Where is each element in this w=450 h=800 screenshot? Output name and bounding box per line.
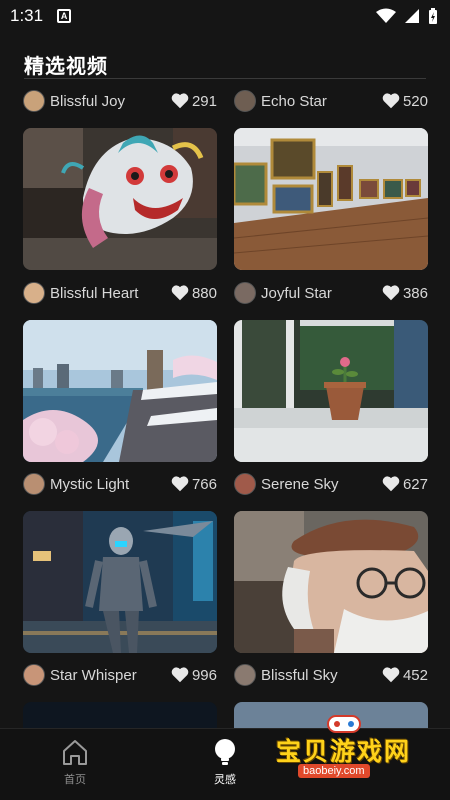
video-thumbnail-cyborg-street[interactable] xyxy=(23,511,217,653)
like-button[interactable]: 386 xyxy=(382,285,428,302)
heart-icon xyxy=(171,476,189,492)
avatar xyxy=(234,282,256,304)
gamepad-icon xyxy=(327,715,361,733)
avatar xyxy=(234,664,256,686)
avatar xyxy=(23,282,45,304)
like-button[interactable]: 452 xyxy=(382,667,428,684)
avatar xyxy=(23,473,45,495)
avatar xyxy=(23,664,45,686)
video-thumbnail-dragon-parade[interactable] xyxy=(23,128,217,270)
author-name: Mystic Light xyxy=(50,475,130,493)
site-watermark: 宝贝游戏网 baobeiy.com xyxy=(272,715,422,786)
lightbulb-icon xyxy=(215,739,235,765)
nav-inspiration-label: 灵感 xyxy=(214,774,236,786)
heart-icon xyxy=(171,285,189,301)
home-icon xyxy=(63,740,87,765)
like-count: 291 xyxy=(191,92,217,110)
avatar xyxy=(234,90,256,112)
video-thumbnail-cherry-blossom-city[interactable] xyxy=(23,320,217,462)
like-count: 996 xyxy=(191,666,217,684)
video-thumbnail-old-man-beret[interactable] xyxy=(234,511,428,653)
like-count: 766 xyxy=(191,475,217,493)
heart-icon xyxy=(382,667,400,683)
author-name: Blissful Sky xyxy=(261,666,338,684)
heart-icon xyxy=(171,93,189,109)
card-author-row[interactable]: Joyful Star 386 xyxy=(234,281,428,305)
card-author-row[interactable]: Blissful Sky 452 xyxy=(234,663,428,687)
nav-home-label: 首页 xyxy=(64,774,86,786)
card-author-row[interactable]: Blissful Heart 880 xyxy=(23,281,217,305)
heart-icon xyxy=(382,285,400,301)
like-count: 880 xyxy=(191,284,217,302)
nav-home[interactable]: 首页 xyxy=(30,737,120,787)
like-button[interactable]: 627 xyxy=(382,476,428,493)
author-name: Serene Sky xyxy=(261,475,339,493)
watermark-text: 宝贝游戏网 xyxy=(276,738,412,766)
avatar xyxy=(234,473,256,495)
card-author-row[interactable]: Blissful Joy 291 xyxy=(23,89,217,113)
like-button[interactable]: 766 xyxy=(171,476,217,493)
author-name: Blissful Heart xyxy=(50,284,139,302)
watermark-url: baobeiy.com xyxy=(298,764,370,778)
video-grid[interactable]: Blissful Joy 291 Echo Star 520 Blissful … xyxy=(0,0,450,800)
card-author-row[interactable]: Star Whisper 996 xyxy=(23,663,217,687)
author-name: Star Whisper xyxy=(50,666,137,684)
heart-icon xyxy=(171,667,189,683)
like-count: 520 xyxy=(402,92,428,110)
author-name: Echo Star xyxy=(261,92,327,110)
avatar xyxy=(23,90,45,112)
author-name: Blissful Joy xyxy=(50,92,126,110)
card-author-row[interactable]: Echo Star 520 xyxy=(234,89,428,113)
like-count: 452 xyxy=(402,666,428,684)
heart-icon xyxy=(382,476,400,492)
nav-inspiration[interactable]: 灵感 xyxy=(180,737,270,787)
like-button[interactable]: 291 xyxy=(171,93,217,110)
like-button[interactable]: 880 xyxy=(171,285,217,302)
video-thumbnail-art-gallery[interactable] xyxy=(234,128,428,270)
card-author-row[interactable]: Mystic Light 766 xyxy=(23,472,217,496)
card-author-row[interactable]: Serene Sky 627 xyxy=(234,472,428,496)
like-count: 386 xyxy=(402,284,428,302)
author-name: Joyful Star xyxy=(261,284,332,302)
like-button[interactable]: 996 xyxy=(171,667,217,684)
video-thumbnail[interactable] xyxy=(23,702,217,728)
video-thumbnail-flower-pot-window[interactable] xyxy=(234,320,428,462)
heart-icon xyxy=(382,93,400,109)
like-button[interactable]: 520 xyxy=(382,93,428,110)
like-count: 627 xyxy=(402,475,428,493)
